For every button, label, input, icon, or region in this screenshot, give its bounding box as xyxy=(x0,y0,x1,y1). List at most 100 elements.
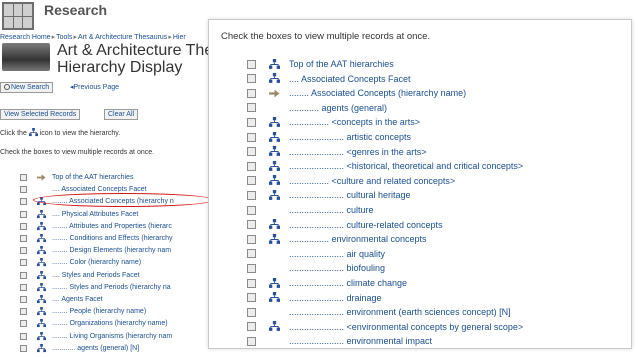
record-checkbox[interactable] xyxy=(20,247,27,255)
record-checkbox[interactable] xyxy=(247,322,256,332)
hierarchy-icon[interactable] xyxy=(36,246,46,255)
record-checkbox[interactable] xyxy=(20,198,27,206)
record-checkbox[interactable] xyxy=(20,186,27,194)
hierarchy-term-link[interactable]: ........ Living Organisms (hierarchy nam xyxy=(52,333,172,340)
hierarchy-icon[interactable] xyxy=(268,146,280,157)
hierarchy-term-link[interactable]: ...................... artistic concepts xyxy=(289,132,411,142)
record-checkbox[interactable] xyxy=(247,293,256,303)
record-checkbox[interactable] xyxy=(247,176,256,186)
record-checkbox[interactable] xyxy=(20,222,27,230)
hierarchy-icon[interactable] xyxy=(268,277,280,289)
record-checkbox[interactable] xyxy=(247,59,256,69)
hierarchy-icon[interactable] xyxy=(36,282,46,292)
hierarchy-term-link[interactable]: .... Agents Facet xyxy=(52,296,103,303)
record-checkbox[interactable] xyxy=(20,210,27,218)
hierarchy-icon[interactable] xyxy=(36,258,46,267)
record-checkbox[interactable] xyxy=(247,74,256,84)
hierarchy-term-link[interactable]: ........ Conditions and Effects (hierarc… xyxy=(52,235,172,242)
hierarchy-icon[interactable] xyxy=(36,295,46,304)
getty-logo[interactable] xyxy=(2,2,34,30)
clear-all-button[interactable]: Clear All xyxy=(104,109,139,120)
hierarchy-icon[interactable] xyxy=(36,319,46,328)
site-name[interactable]: Research xyxy=(44,2,107,18)
hierarchy-term-link[interactable]: ...................... air quality xyxy=(289,249,385,259)
hierarchy-term-link[interactable]: ................ <concepts in the arts> xyxy=(289,117,420,127)
record-checkbox[interactable] xyxy=(20,259,27,267)
hierarchy-icon[interactable] xyxy=(36,234,46,243)
arrow-icon[interactable] xyxy=(268,88,280,99)
breadcrumb-hierarchy[interactable]: Hier xyxy=(173,34,186,41)
hierarchy-term-link[interactable]: Top of the AAT hierarchies xyxy=(289,59,394,69)
record-checkbox[interactable] xyxy=(247,336,256,346)
hierarchy-term-link[interactable]: ...................... <genres in the ar… xyxy=(289,147,427,157)
hierarchy-icon[interactable] xyxy=(36,221,46,231)
hierarchy-term-link[interactable]: ............ agents (general) xyxy=(289,103,387,113)
hierarchy-term-link[interactable]: ...................... <environmental co… xyxy=(289,322,523,332)
breadcrumb-research-home[interactable]: Research Home xyxy=(0,34,51,41)
hierarchy-term-link[interactable]: .... Styles and Periods Facet xyxy=(52,272,140,279)
hierarchy-icon[interactable] xyxy=(268,73,280,84)
breadcrumb-tools[interactable]: Tools xyxy=(56,34,72,41)
breadcrumb-aat[interactable]: Art & Architecture Thesaurus xyxy=(78,34,167,41)
previous-page-link[interactable]: ◂Previous Page xyxy=(70,83,119,91)
hierarchy-icon[interactable] xyxy=(268,58,280,70)
hierarchy-term-link[interactable]: ........ People (hierarchy name) xyxy=(52,308,146,315)
hierarchy-icon[interactable] xyxy=(36,331,46,341)
hierarchy-icon[interactable] xyxy=(268,233,280,245)
record-checkbox[interactable] xyxy=(247,249,256,259)
record-checkbox[interactable] xyxy=(247,117,256,127)
record-checkbox[interactable] xyxy=(247,263,256,273)
record-checkbox[interactable] xyxy=(247,132,256,142)
hierarchy-icon[interactable] xyxy=(36,270,46,280)
hierarchy-icon[interactable] xyxy=(36,209,46,219)
record-checkbox[interactable] xyxy=(247,88,256,98)
record-checkbox[interactable] xyxy=(247,103,256,113)
record-checkbox[interactable] xyxy=(247,161,256,171)
record-checkbox[interactable] xyxy=(247,205,256,215)
record-checkbox[interactable] xyxy=(20,235,27,242)
hierarchy-term-link[interactable]: ........ Organizations (hierarchy name) xyxy=(52,320,168,327)
hierarchy-term-link[interactable]: ...................... environmental imp… xyxy=(289,336,432,346)
hierarchy-icon[interactable] xyxy=(268,160,280,172)
hierarchy-icon[interactable] xyxy=(268,116,280,128)
hierarchy-term-link[interactable]: .... Physical Attributes Facet xyxy=(52,211,138,218)
hierarchy-term-link[interactable]: ...................... drainage xyxy=(289,293,382,303)
arrow-icon[interactable] xyxy=(36,173,46,182)
record-checkbox[interactable] xyxy=(20,308,27,316)
record-checkbox[interactable] xyxy=(247,190,256,200)
record-checkbox[interactable] xyxy=(20,332,27,340)
record-checkbox[interactable] xyxy=(247,147,256,157)
hierarchy-term-link[interactable]: ........ Styles and Periods (hierarchy n… xyxy=(52,284,171,291)
hierarchy-term-link[interactable]: ............ agents (general) [N] xyxy=(52,345,139,352)
record-checkbox[interactable] xyxy=(247,234,256,244)
hierarchy-icon[interactable] xyxy=(36,307,46,316)
hierarchy-icon[interactable] xyxy=(268,131,280,143)
hierarchy-icon[interactable] xyxy=(36,343,46,353)
record-checkbox[interactable] xyxy=(247,307,256,317)
hierarchy-term-link[interactable]: ........ Associated Concepts (hierarchy … xyxy=(289,88,466,98)
new-search-button[interactable]: New Search xyxy=(0,82,54,93)
hierarchy-term-link[interactable]: ...................... culture-related c… xyxy=(289,220,443,230)
hierarchy-icon[interactable] xyxy=(268,321,280,332)
hierarchy-term-link[interactable]: ...................... <historical, theo… xyxy=(289,161,523,171)
hierarchy-term-link[interactable]: Top of the AAT hierarchies xyxy=(52,174,133,181)
hierarchy-term-link[interactable]: ...................... climate change xyxy=(289,278,407,288)
hierarchy-term-link[interactable]: ...................... environment (eart… xyxy=(289,307,511,317)
hierarchy-term-link[interactable]: ........ Attributes and Properties (hier… xyxy=(52,223,172,230)
view-selected-records-button[interactable]: View Selected Records xyxy=(0,109,81,120)
record-checkbox[interactable] xyxy=(20,271,27,279)
record-checkbox[interactable] xyxy=(247,220,256,230)
hierarchy-icon[interactable] xyxy=(268,219,280,230)
record-checkbox[interactable] xyxy=(20,283,27,291)
record-checkbox[interactable] xyxy=(20,174,27,181)
hierarchy-term-link[interactable]: ...................... biofouling xyxy=(289,263,385,273)
record-checkbox[interactable] xyxy=(20,320,27,328)
hierarchy-term-link[interactable]: ........ Design Elements (hierarchy nam xyxy=(52,247,171,254)
hierarchy-term-link[interactable]: ...................... culture xyxy=(289,205,374,215)
hierarchy-term-link[interactable]: ................ <culture and related co… xyxy=(289,176,455,186)
record-checkbox[interactable] xyxy=(247,278,256,288)
record-checkbox[interactable] xyxy=(20,344,27,352)
hierarchy-icon[interactable] xyxy=(268,292,280,303)
record-checkbox[interactable] xyxy=(20,296,27,303)
hierarchy-term-link[interactable]: .... Associated Concepts Facet xyxy=(289,74,411,84)
